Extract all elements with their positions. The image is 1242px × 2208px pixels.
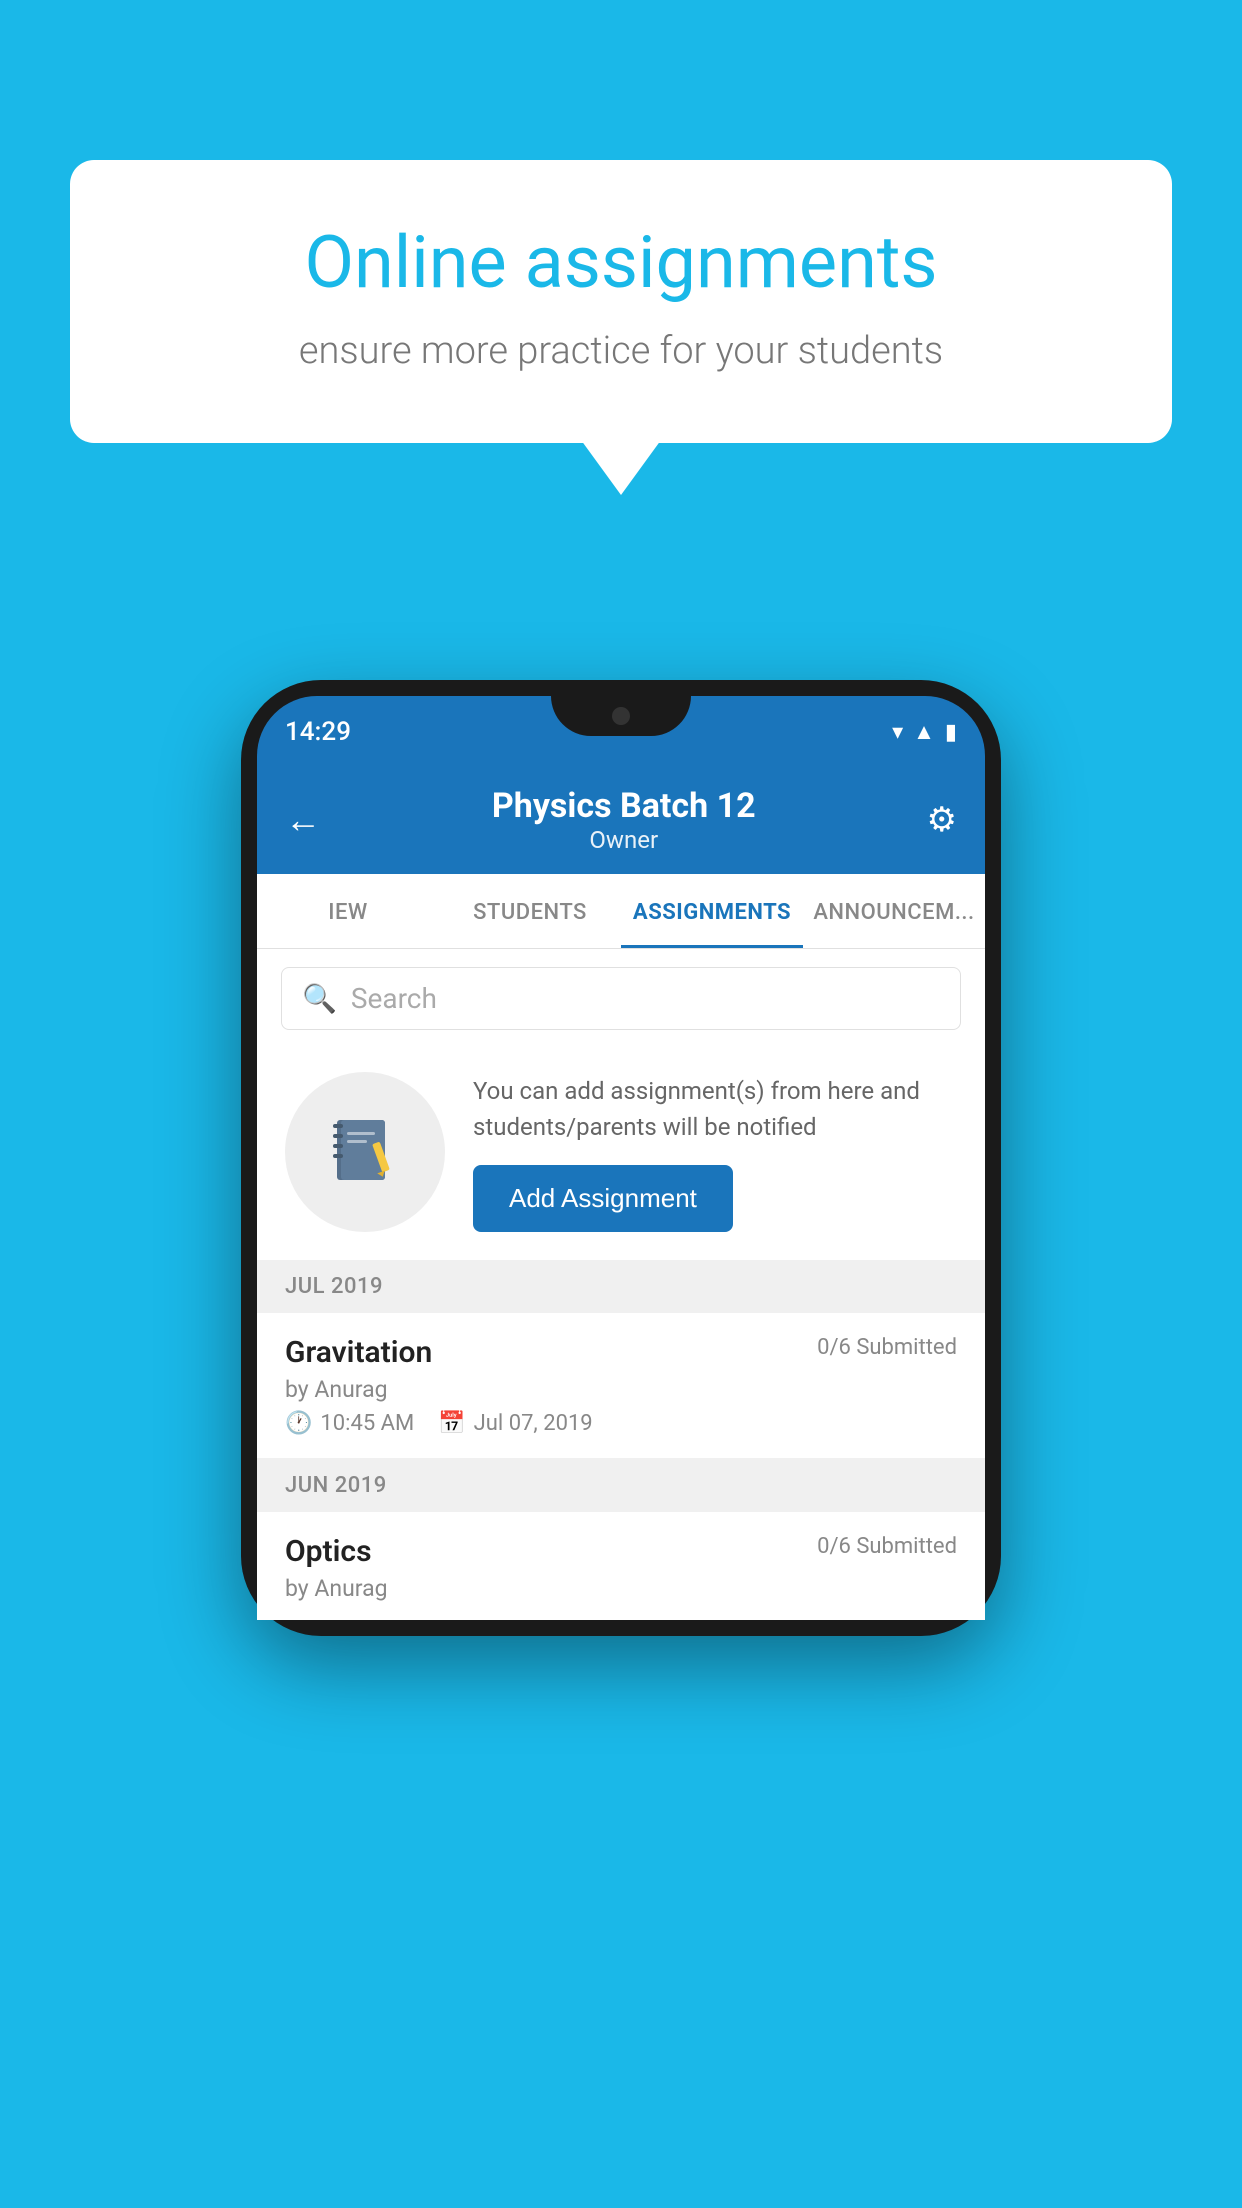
- speech-bubble: Online assignments ensure more practice …: [70, 160, 1172, 443]
- assignment-by-optics: by Anurag: [285, 1575, 957, 1602]
- header-subtitle: Owner: [492, 826, 756, 854]
- phone-outer: 14:29 ▾ ▲ ▮ ← Physics Batch 12 Owner ⚙ I…: [241, 680, 1001, 1636]
- clock-icon: 🕐: [285, 1411, 312, 1436]
- battery-icon: ▮: [945, 720, 957, 745]
- section-label-jul: JUL 2019: [285, 1274, 383, 1299]
- assignment-row1-optics: Optics 0/6 Submitted: [285, 1534, 957, 1569]
- promo-right: You can add assignment(s) from here and …: [473, 1073, 957, 1232]
- notebook-icon: [325, 1112, 405, 1192]
- tabs-bar: IEW STUDENTS ASSIGNMENTS ANNOUNCEM...: [257, 874, 985, 949]
- speech-bubble-subtitle: ensure more practice for your students: [150, 329, 1092, 373]
- tab-assignments[interactable]: ASSIGNMENTS: [621, 874, 803, 948]
- header-title: Physics Batch 12: [492, 786, 756, 826]
- notch: [551, 696, 691, 736]
- status-icons: ▾ ▲ ▮: [892, 719, 957, 745]
- assignment-row1: Gravitation 0/6 Submitted: [285, 1335, 957, 1370]
- speech-bubble-title: Online assignments: [150, 220, 1092, 305]
- wifi-icon: ▾: [892, 720, 903, 745]
- notebook-icon-circle: [285, 1072, 445, 1232]
- assignment-date-gravitation: Jul 07, 2019: [474, 1411, 593, 1436]
- app-header: ← Physics Batch 12 Owner ⚙: [257, 768, 985, 874]
- submitted-badge-optics: 0/6 Submitted: [817, 1534, 957, 1559]
- screen-content: 🔍 Search: [257, 949, 985, 1620]
- assignment-item-gravitation[interactable]: Gravitation 0/6 Submitted by Anurag 🕐 10…: [257, 1313, 985, 1459]
- assignment-meta-gravitation: 🕐 10:45 AM 📅 Jul 07, 2019: [285, 1411, 957, 1436]
- promo-area: You can add assignment(s) from here and …: [257, 1048, 985, 1260]
- search-icon: 🔍: [302, 982, 337, 1015]
- tab-iew[interactable]: IEW: [257, 874, 439, 948]
- promo-text: You can add assignment(s) from here and …: [473, 1073, 957, 1145]
- meta-date-gravitation: 📅 Jul 07, 2019: [438, 1411, 592, 1436]
- phone-mockup: 14:29 ▾ ▲ ▮ ← Physics Batch 12 Owner ⚙ I…: [241, 680, 1001, 1636]
- section-jun-2019: JUN 2019: [257, 1459, 985, 1512]
- signal-icon: ▲: [913, 719, 935, 745]
- meta-time-gravitation: 🕐 10:45 AM: [285, 1411, 414, 1436]
- calendar-icon: 📅: [438, 1411, 465, 1436]
- add-assignment-button[interactable]: Add Assignment: [473, 1165, 733, 1232]
- header-center: Physics Batch 12 Owner: [492, 786, 756, 854]
- tab-announcements[interactable]: ANNOUNCEM...: [803, 874, 985, 948]
- section-jul-2019: JUL 2019: [257, 1260, 985, 1313]
- assignment-by-gravitation: by Anurag: [285, 1376, 957, 1403]
- tab-students[interactable]: STUDENTS: [439, 874, 621, 948]
- assignment-name-gravitation: Gravitation: [285, 1335, 432, 1370]
- submitted-badge-gravitation: 0/6 Submitted: [817, 1335, 957, 1360]
- assignment-item-optics[interactable]: Optics 0/6 Submitted by Anurag: [257, 1512, 985, 1620]
- search-container: 🔍 Search: [257, 949, 985, 1048]
- search-input[interactable]: Search: [351, 982, 437, 1015]
- gear-icon[interactable]: ⚙: [927, 800, 957, 840]
- status-bar: 14:29 ▾ ▲ ▮: [257, 696, 985, 768]
- section-label-jun: JUN 2019: [285, 1473, 387, 1498]
- camera-dot: [612, 707, 630, 725]
- status-time: 14:29: [285, 717, 351, 747]
- assignment-name-optics: Optics: [285, 1534, 372, 1569]
- assignment-time-gravitation: 10:45 AM: [320, 1411, 414, 1436]
- back-button[interactable]: ←: [285, 799, 321, 841]
- speech-bubble-container: Online assignments ensure more practice …: [70, 160, 1172, 443]
- search-bar[interactable]: 🔍 Search: [281, 967, 961, 1030]
